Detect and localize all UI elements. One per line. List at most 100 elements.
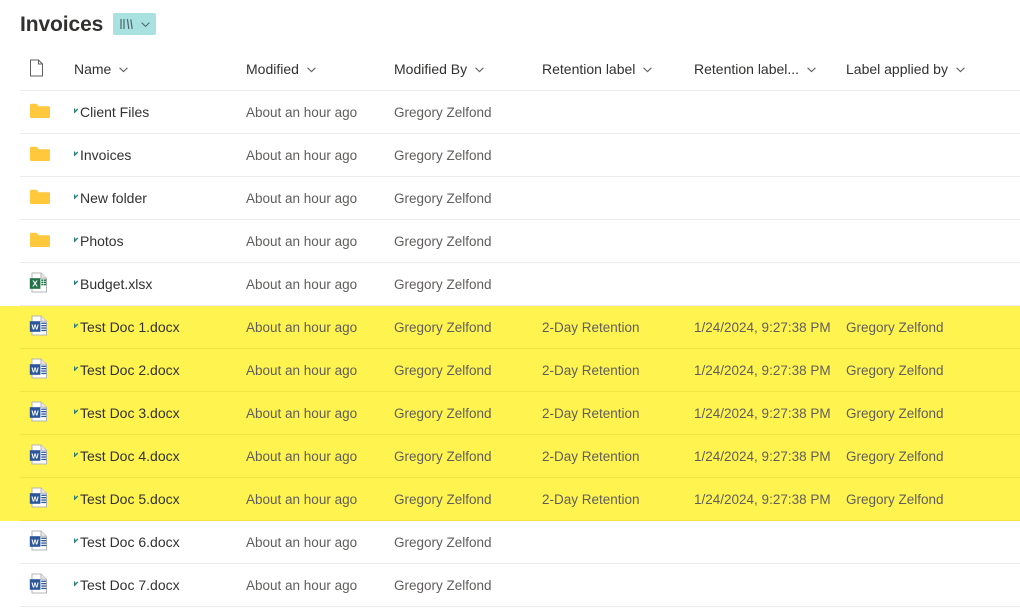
column-header-modified-by[interactable]: Modified By: [394, 48, 542, 91]
cell-retention-label: 2-Day Retention: [542, 305, 694, 349]
cell-modified: About an hour ago: [246, 348, 394, 392]
table-row[interactable]: W Test Doc 6.docx About an hour ago Gregory…: [0, 520, 1020, 564]
cell-label-applied-by: [846, 133, 1020, 177]
cell-modified-by: Gregory Zelfond: [394, 90, 542, 134]
file-name-link[interactable]: Test Doc 4.docx: [80, 448, 180, 464]
modified-by-text: Gregory Zelfond: [394, 104, 492, 120]
svg-text:W: W: [32, 365, 40, 374]
table-row[interactable]: W Test Doc 5.docx About an hour ago Gregory…: [0, 477, 1020, 521]
word-file-icon: W: [29, 358, 48, 382]
cell-retention-label: [542, 563, 694, 607]
new-item-badge-icon: [74, 323, 82, 336]
retention-label-applied-text: 1/24/2024, 9:27:38 PM: [694, 362, 831, 378]
file-name-link[interactable]: Test Doc 5.docx: [80, 491, 180, 507]
file-name-link[interactable]: Test Doc 3.docx: [80, 405, 180, 421]
modified-by-text: Gregory Zelfond: [394, 147, 492, 163]
file-name-link[interactable]: Client Files: [80, 104, 149, 120]
cell-file-icon: X: [20, 262, 74, 306]
file-name-link[interactable]: Test Doc 6.docx: [80, 534, 180, 550]
column-header-label-applied-by[interactable]: Label applied by: [846, 48, 1020, 91]
svg-text:W: W: [32, 494, 40, 503]
modified-by-text: Gregory Zelfond: [394, 362, 492, 378]
svg-text:W: W: [32, 322, 40, 331]
row-gutter: [0, 134, 20, 177]
cell-name: Test Doc 2.docx: [74, 348, 246, 392]
file-name-link[interactable]: Test Doc 2.docx: [80, 362, 180, 378]
cell-modified: About an hour ago: [246, 90, 394, 134]
cell-retention-label-applied: [694, 176, 846, 220]
table-row[interactable]: X Budget.xlsx About an hour ago Gregory Zel…: [0, 262, 1020, 306]
table-row[interactable]: Invoices About an hour ago Gregory Zelfond: [0, 133, 1020, 177]
new-item-badge-icon: [74, 194, 82, 207]
cell-name: Budget.xlsx: [74, 262, 246, 306]
column-header-file-type[interactable]: [20, 48, 74, 91]
cell-file-icon: [20, 90, 74, 134]
file-name-link[interactable]: Test Doc 7.docx: [80, 577, 180, 593]
cell-label-applied-by: [846, 262, 1020, 306]
cell-retention-label: 2-Day Retention: [542, 348, 694, 392]
table-row[interactable]: W Test Doc 7.docx About an hour ago Gregory…: [0, 563, 1020, 607]
cell-modified: About an hour ago: [246, 434, 394, 478]
cell-file-icon: W: [20, 305, 74, 349]
file-name-link[interactable]: Photos: [80, 233, 124, 249]
cell-modified-by: Gregory Zelfond: [394, 434, 542, 478]
cell-name: Test Doc 7.docx: [74, 563, 246, 607]
view-switcher-button[interactable]: [113, 13, 157, 35]
modified-text: About an hour ago: [246, 491, 358, 507]
chevron-down-icon: [642, 64, 653, 75]
column-header-name-label: Name: [74, 61, 112, 77]
cell-label-applied-by: Gregory Zelfond: [846, 391, 1020, 435]
table-row[interactable]: W Test Doc 3.docx About an hour ago Gregory…: [0, 391, 1020, 435]
row-gutter: [0, 263, 20, 306]
new-item-badge-icon: [74, 237, 82, 250]
svg-text:W: W: [32, 580, 40, 589]
file-name-link[interactable]: New folder: [80, 190, 147, 206]
chevron-down-icon: [474, 64, 485, 75]
modified-by-text: Gregory Zelfond: [394, 491, 492, 507]
cell-modified: About an hour ago: [246, 176, 394, 220]
cell-file-icon: W: [20, 434, 74, 478]
file-name-link[interactable]: Invoices: [80, 147, 131, 163]
retention-label-text: 2-Day Retention: [542, 362, 640, 378]
label-applied-by-text: Gregory Zelfond: [846, 491, 944, 507]
table-row[interactable]: New folder About an hour ago Gregory Zelfo…: [0, 176, 1020, 220]
row-gutter: [0, 305, 20, 349]
cell-retention-label-applied: [694, 520, 846, 564]
new-item-badge-icon: [74, 452, 82, 465]
column-header-modified[interactable]: Modified: [246, 48, 394, 91]
table-row[interactable]: W Test Doc 4.docx About an hour ago Gregory…: [0, 434, 1020, 478]
cell-retention-label-applied: 1/24/2024, 9:27:38 PM: [694, 477, 846, 521]
cell-file-icon: W: [20, 563, 74, 607]
table-row[interactable]: Client Files About an hour ago Gregory Zel…: [0, 90, 1020, 134]
retention-label-applied-text: 1/24/2024, 9:27:38 PM: [694, 319, 831, 335]
column-header-retention-label-applied[interactable]: Retention label...: [694, 48, 846, 91]
cell-retention-label: [542, 133, 694, 177]
cell-file-icon: W: [20, 520, 74, 564]
modified-text: About an hour ago: [246, 405, 358, 421]
column-header-name[interactable]: Name: [74, 48, 246, 91]
table-row[interactable]: W Test Doc 2.docx About an hour ago Gregory…: [0, 348, 1020, 392]
retention-label-applied-text: 1/24/2024, 9:27:38 PM: [694, 491, 831, 507]
cell-label-applied-by: Gregory Zelfond: [846, 305, 1020, 349]
cell-file-icon: [20, 176, 74, 220]
table-row[interactable]: Photos About an hour ago Gregory Zelfond: [0, 219, 1020, 263]
svg-text:W: W: [32, 408, 40, 417]
retention-label-applied-text: 1/24/2024, 9:27:38 PM: [694, 448, 831, 464]
modified-by-text: Gregory Zelfond: [394, 405, 492, 421]
row-gutter: [0, 477, 20, 521]
new-item-badge-icon: [74, 538, 82, 551]
file-name-link[interactable]: Test Doc 1.docx: [80, 319, 180, 335]
cell-name: Test Doc 3.docx: [74, 391, 246, 435]
cell-modified-by: Gregory Zelfond: [394, 133, 542, 177]
column-header-retention-label[interactable]: Retention label: [542, 48, 694, 91]
table-row[interactable]: W Test Doc 1.docx About an hour ago Gregory…: [0, 305, 1020, 349]
row-gutter: [0, 564, 20, 607]
table-body: Client Files About an hour ago Gregory Zel…: [0, 90, 1020, 607]
cell-modified-by: Gregory Zelfond: [394, 262, 542, 306]
cell-name: New folder: [74, 176, 246, 220]
list-view-icon: [118, 16, 136, 32]
file-name-link[interactable]: Budget.xlsx: [80, 276, 152, 292]
modified-by-text: Gregory Zelfond: [394, 276, 492, 292]
word-file-icon: W: [29, 487, 48, 511]
column-header-label-applied-by-label: Label applied by: [846, 61, 948, 77]
